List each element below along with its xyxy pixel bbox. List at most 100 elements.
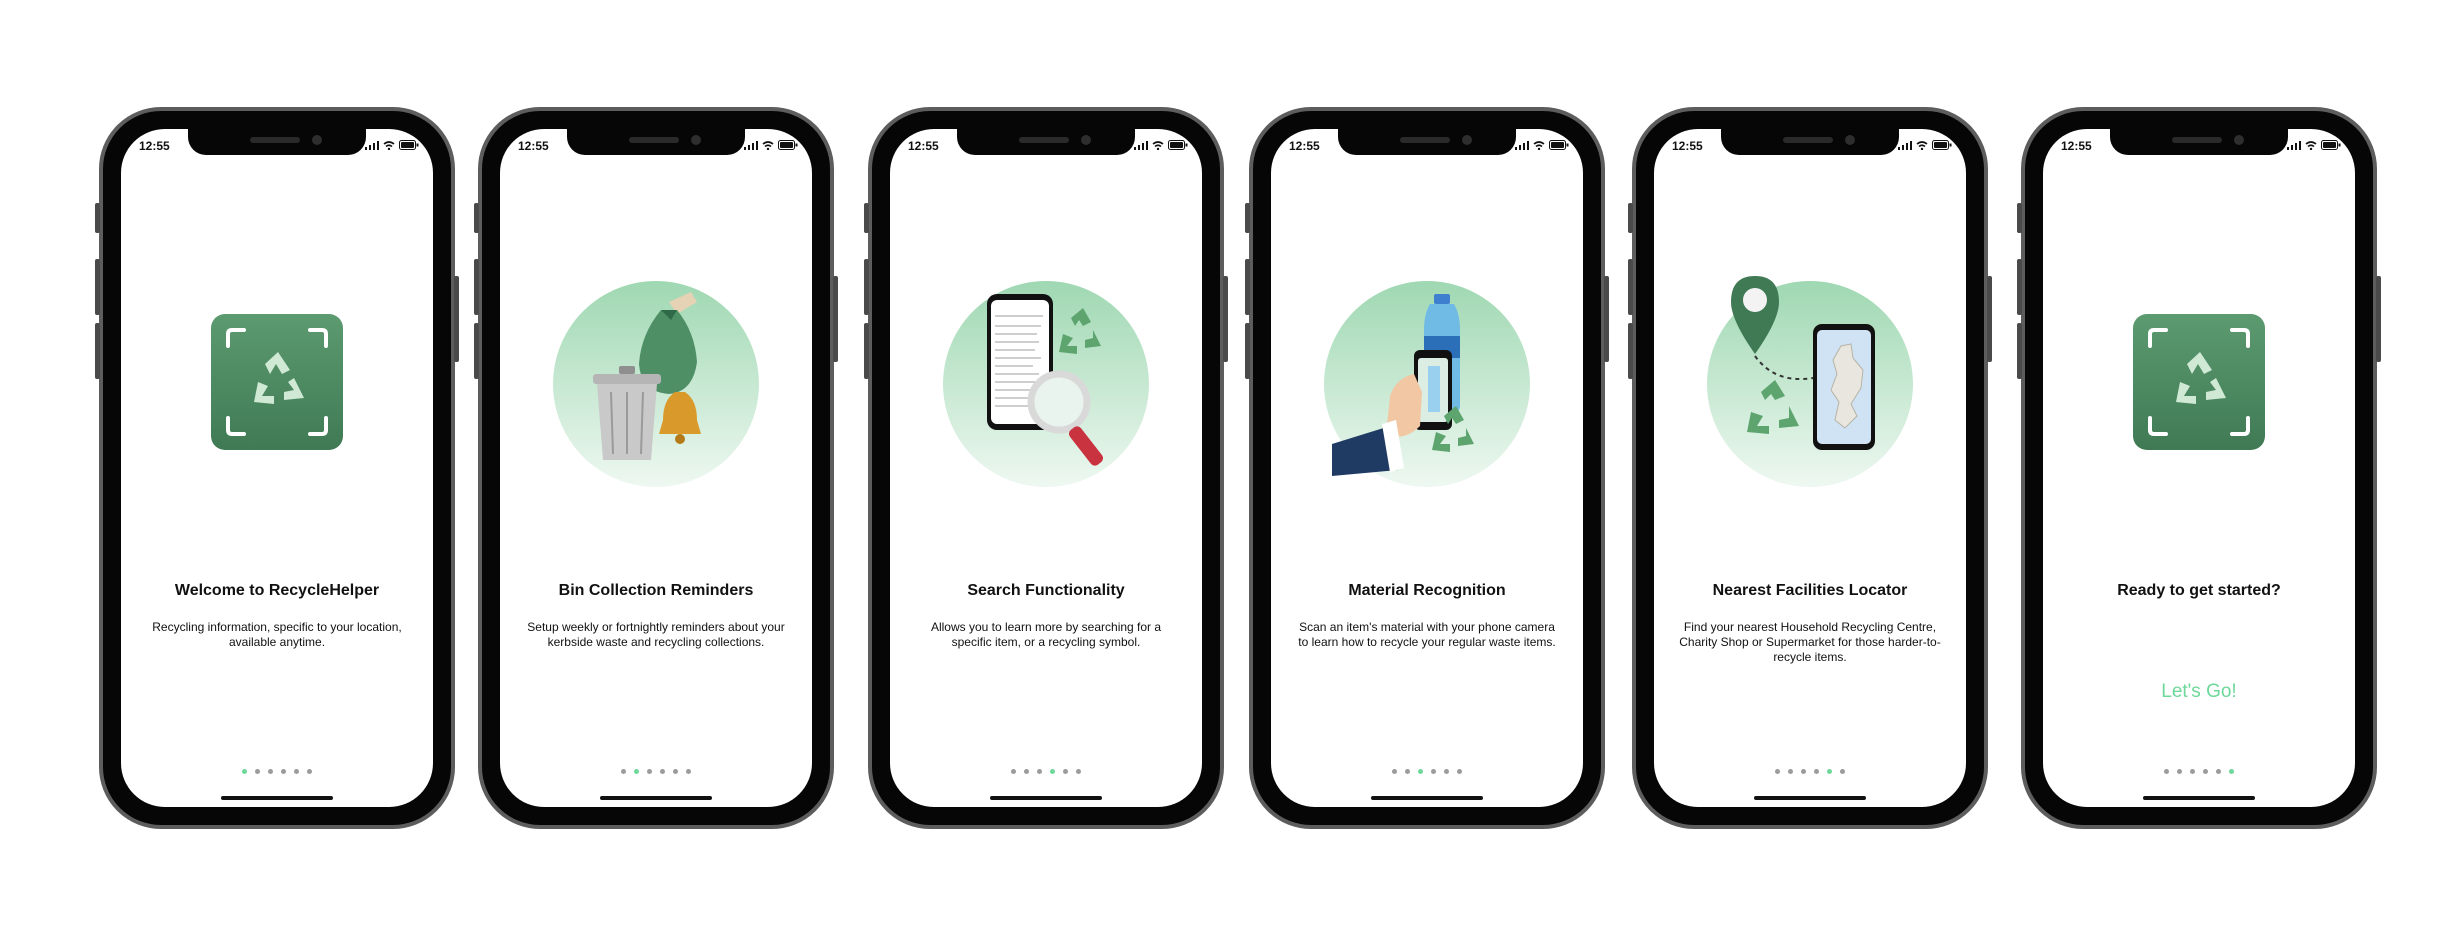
page-dot[interactable] <box>2216 769 2221 774</box>
page-dot[interactable] <box>1024 769 1029 774</box>
page-dot[interactable] <box>2190 769 2195 774</box>
page-dot[interactable] <box>660 769 665 774</box>
status-time: 12:55 <box>2061 139 2092 153</box>
battery-icon <box>2321 140 2341 150</box>
home-indicator[interactable] <box>1371 796 1483 800</box>
signal-icon <box>1515 140 1529 150</box>
screen-title: Welcome to RecycleHelper <box>174 582 380 599</box>
screen-material-recognition: 12:55 Material Recognition Scan an item'… <box>1271 129 1583 807</box>
page-indicator[interactable] <box>500 769 812 774</box>
notch <box>188 129 366 155</box>
recycle-app-icon <box>2133 314 2265 450</box>
bin-bag-bell-illustration <box>553 281 759 487</box>
phone-search-magnifier-illustration <box>943 281 1149 487</box>
page-indicator[interactable] <box>2043 769 2355 774</box>
screen-description: Recycling information, specific to your … <box>152 620 402 649</box>
home-indicator[interactable] <box>600 796 712 800</box>
page-dot[interactable] <box>2229 769 2234 774</box>
page-dot[interactable] <box>268 769 273 774</box>
page-dot[interactable] <box>294 769 299 774</box>
page-indicator[interactable] <box>1271 769 1583 774</box>
wifi-icon <box>1533 140 1545 150</box>
page-dot[interactable] <box>2177 769 2182 774</box>
phone-mockup-2: 12:55 Bin Collection Reminders Setup wee… <box>474 107 838 829</box>
page-dot[interactable] <box>673 769 678 774</box>
home-indicator[interactable] <box>990 796 1102 800</box>
phone-mockup-5: 12:55 Nearest Facilities Locator Find yo… <box>1628 107 1992 829</box>
hand-phone-bottle-illustration <box>1324 281 1530 487</box>
page-dot[interactable] <box>242 769 247 774</box>
wifi-icon <box>1152 140 1164 150</box>
screen-description: Scan an item's material with your phone … <box>1298 620 1556 649</box>
onboarding-showcase: 12:55 Welcome to RecycleHelper Recycling… <box>0 0 2460 936</box>
page-dot[interactable] <box>1037 769 1042 774</box>
volume-up-button <box>95 259 100 315</box>
battery-icon <box>1549 140 1569 150</box>
page-dot[interactable] <box>634 769 639 774</box>
battery-icon <box>399 140 419 150</box>
signal-icon <box>1898 140 1912 150</box>
page-dot[interactable] <box>621 769 626 774</box>
home-indicator[interactable] <box>1754 796 1866 800</box>
page-dot[interactable] <box>2203 769 2208 774</box>
status-time: 12:55 <box>518 139 549 153</box>
page-dot[interactable] <box>255 769 260 774</box>
page-dot[interactable] <box>1050 769 1055 774</box>
page-indicator[interactable] <box>1654 769 1966 774</box>
phone-mockup-1: 12:55 Welcome to RecycleHelper Recycling… <box>95 107 459 829</box>
status-icons <box>1134 140 1188 150</box>
battery-icon <box>1932 140 1952 150</box>
wifi-icon <box>383 140 395 150</box>
page-indicator[interactable] <box>890 769 1202 774</box>
screen-search: 12:55 Search Functionality Allows you to… <box>890 129 1202 807</box>
battery-icon <box>1168 140 1188 150</box>
wifi-icon <box>2305 140 2317 150</box>
page-dot[interactable] <box>1827 769 1832 774</box>
wifi-icon <box>762 140 774 150</box>
page-dot[interactable] <box>307 769 312 774</box>
page-dot[interactable] <box>1788 769 1793 774</box>
signal-icon <box>1134 140 1148 150</box>
screen-title: Bin Collection Reminders <box>558 582 754 599</box>
page-dot[interactable] <box>281 769 286 774</box>
page-dot[interactable] <box>2164 769 2169 774</box>
page-indicator[interactable] <box>121 769 433 774</box>
status-icons <box>744 140 798 150</box>
page-dot[interactable] <box>1405 769 1410 774</box>
page-dot[interactable] <box>1431 769 1436 774</box>
page-dot[interactable] <box>1775 769 1780 774</box>
page-dot[interactable] <box>1418 769 1423 774</box>
page-dot[interactable] <box>647 769 652 774</box>
page-dot[interactable] <box>1063 769 1068 774</box>
signal-icon <box>744 140 758 150</box>
page-dot[interactable] <box>1392 769 1397 774</box>
screen-title: Material Recognition <box>1348 582 1506 599</box>
screen-title: Nearest Facilities Locator <box>1712 582 1908 599</box>
phone-mockup-6: 12:55 Ready to get started? Let's Go! <box>2017 107 2381 829</box>
page-dot[interactable] <box>1840 769 1845 774</box>
status-icons <box>365 140 419 150</box>
mute-switch <box>95 203 100 233</box>
wifi-icon <box>1916 140 1928 150</box>
recycle-app-icon <box>211 314 343 450</box>
status-time: 12:55 <box>1289 139 1320 153</box>
screen-get-started: 12:55 Ready to get started? Let's Go! <box>2043 129 2355 807</box>
screen-welcome: 12:55 Welcome to RecycleHelper Recycling… <box>121 129 433 807</box>
screen-title: Ready to get started? <box>2117 582 2281 599</box>
home-indicator[interactable] <box>2143 796 2255 800</box>
page-dot[interactable] <box>1457 769 1462 774</box>
screen-description: Find your nearest Household Recycling Ce… <box>1679 620 1941 664</box>
page-dot[interactable] <box>1801 769 1806 774</box>
page-dot[interactable] <box>1814 769 1819 774</box>
status-icons <box>2287 140 2341 150</box>
power-button <box>454 276 459 362</box>
page-dot[interactable] <box>1444 769 1449 774</box>
status-icons <box>1898 140 1952 150</box>
page-dot[interactable] <box>1011 769 1016 774</box>
page-dot[interactable] <box>1076 769 1081 774</box>
page-dot[interactable] <box>686 769 691 774</box>
lets-go-button[interactable]: Let's Go! <box>2043 681 2355 703</box>
home-indicator[interactable] <box>221 796 333 800</box>
screen-description: Setup weekly or fortnightly reminders ab… <box>527 620 785 649</box>
screen-bin-reminders: 12:55 Bin Collection Reminders Setup wee… <box>500 129 812 807</box>
